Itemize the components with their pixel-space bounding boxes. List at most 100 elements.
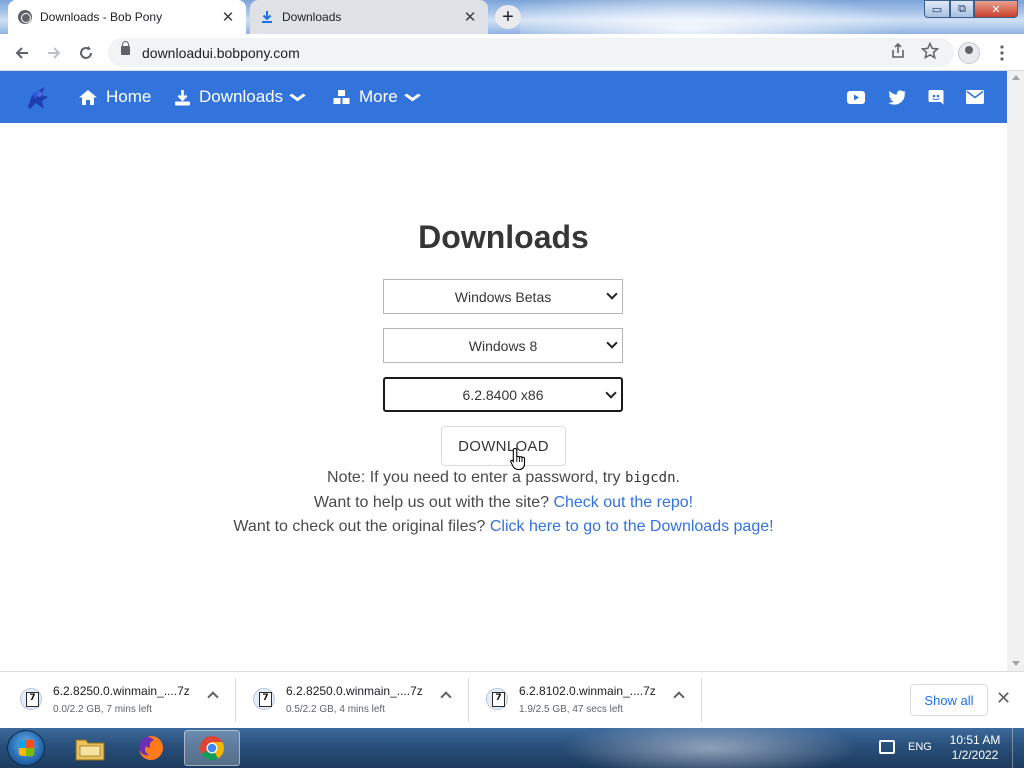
password-note-suffix: . [675,469,680,486]
tab-close-icon[interactable]: ✕ [462,8,478,26]
new-tab-button[interactable]: + [495,5,521,29]
download-button[interactable]: DOWNLOAD [441,426,566,466]
maximize-button[interactable]: ⧉ [950,0,974,18]
language-indicator[interactable]: ENG [908,741,932,753]
mail-icon [966,90,984,104]
downloads-page-link[interactable]: Click here to go to the Downloads page! [490,518,774,535]
nav-home-label: Home [106,87,152,106]
menu-button[interactable] [989,40,1015,66]
cubes-icon [333,89,350,104]
close-shelf-icon[interactable]: ✕ [996,688,1011,709]
forward-button[interactable] [41,40,67,66]
scroll-down-arrow-icon[interactable] [1012,661,1020,666]
globe-icon [18,10,32,24]
repo-link[interactable]: Check out the repo! [553,494,693,511]
forward-arrow-icon [48,47,61,59]
nav-downloads[interactable]: Downloads [174,71,306,123]
taskbar-firefox[interactable] [123,730,179,766]
close-window-button[interactable]: ✕ [974,0,1018,18]
help-note-text: Want to help us out with the site? [313,494,554,511]
chevron-down-icon [606,337,618,349]
hand-cursor-icon [510,447,526,471]
scrollbar[interactable] [1007,71,1024,671]
profile-avatar[interactable] [958,42,980,64]
show-all-button[interactable]: Show all [910,684,988,716]
download-status: 1.9/2.5 GB, 47 secs left [519,704,623,715]
clock-time: 10:51 AM [949,733,1001,747]
download-filename: 6.2.8250.0.winmain_....7z [286,684,423,698]
twitter-icon [888,89,906,105]
share-icon[interactable] [890,42,906,60]
chevron-up-icon[interactable] [207,691,219,703]
system-clock[interactable]: 10:51 AM 1/2/2022 [945,733,1005,763]
download-filename: 6.2.8102.0.winmain_....7z [519,684,656,698]
nav-more[interactable]: More [332,71,421,123]
download-item[interactable]: 6.2.8102.0.winmain_....7z 1.9/2.5 GB, 47… [470,678,702,722]
more-vert-icon [1000,45,1004,61]
os-select-value: Windows 8 [468,337,538,354]
download-status: 0.0/2.2 GB, 7 mins left [53,704,152,715]
page-viewport: Home Downloads More Downloads Windows Be… [0,71,1024,671]
taskbar-file-explorer[interactable] [62,730,118,766]
taskbar: ENG 10:51 AM 1/2/2022 [0,728,1024,768]
firefox-icon [139,736,163,760]
download-item[interactable]: 6.2.8250.0.winmain_....7z 0.5/2.2 GB, 4 … [237,678,469,722]
address-bar[interactable]: downloadui.bobpony.com [108,38,954,67]
archive-file-icon [20,688,42,710]
back-arrow-icon [15,47,28,59]
mail-link[interactable] [965,87,985,107]
download-item[interactable]: 6.2.8250.0.winmain_....7z 0.0/2.2 GB, 7 … [4,678,236,722]
url-text[interactable]: downloadui.bobpony.com [142,45,300,61]
bookmark-star-icon[interactable] [921,42,939,60]
chevron-down-icon [289,93,306,101]
chevron-up-icon[interactable] [440,691,452,703]
chevron-up-icon[interactable] [673,691,685,703]
discord-icon [928,90,944,105]
original-files-text: Want to check out the original files? [233,518,490,535]
nav-more-label: More [359,87,398,106]
taskbar-chrome[interactable] [184,730,240,766]
site-logo-icon[interactable] [22,83,52,113]
show-desktop-button[interactable] [1012,728,1024,768]
chrome-icon [200,736,224,761]
help-note: Want to help us out with the site? Check… [0,494,1007,512]
network-icon[interactable] [879,740,895,754]
password-note-text: Note: If you need to enter a password, t… [327,469,625,486]
clock-date: 1/2/2022 [951,748,999,762]
archive-file-icon [486,688,508,710]
tab-title: Downloads - Bob Pony [40,10,163,24]
build-select[interactable]: 6.2.8400 x86 [383,377,623,412]
youtube-icon [847,90,865,104]
browser-toolbar: downloadui.bobpony.com [0,34,1024,71]
chevron-down-icon [606,288,618,300]
home-icon [79,89,97,105]
nav-downloads-label: Downloads [199,87,284,106]
chevron-down-icon [605,387,617,399]
category-select[interactable]: Windows Betas [383,279,623,314]
discord-link[interactable] [926,87,946,107]
youtube-link[interactable] [846,87,866,107]
tab-downloads[interactable]: Downloads ✕ [250,0,488,34]
build-select-value: 6.2.8400 x86 [462,386,544,403]
twitter-link[interactable] [887,87,907,107]
download-icon [175,89,190,105]
start-button[interactable] [7,730,45,766]
nav-home[interactable]: Home [78,71,151,123]
reload-icon [80,46,92,59]
download-filename: 6.2.8250.0.winmain_....7z [53,684,190,698]
minimize-button[interactable]: ▭ [924,0,950,18]
file-explorer-icon [75,739,105,761]
tab-downloads-bob-pony[interactable]: Downloads - Bob Pony ✕ [8,0,246,34]
password-code: bigcdn [624,470,676,486]
back-button[interactable] [9,40,35,66]
category-select-value: Windows Betas [454,288,552,305]
download-shelf: 6.2.8250.0.winmain_....7z 0.0/2.2 GB, 7 … [0,671,1024,728]
os-select[interactable]: Windows 8 [383,328,623,363]
reload-button[interactable] [73,40,99,66]
password-note: Note: If you need to enter a password, t… [0,469,1007,487]
tab-close-icon[interactable]: ✕ [220,8,236,26]
site-navbar: Home Downloads More [0,71,1007,123]
scroll-up-arrow-icon[interactable] [1012,75,1020,80]
chevron-down-icon [403,93,421,101]
title-bar: Downloads - Bob Pony ✕ Downloads ✕ + ▭ ⧉… [0,0,1024,34]
